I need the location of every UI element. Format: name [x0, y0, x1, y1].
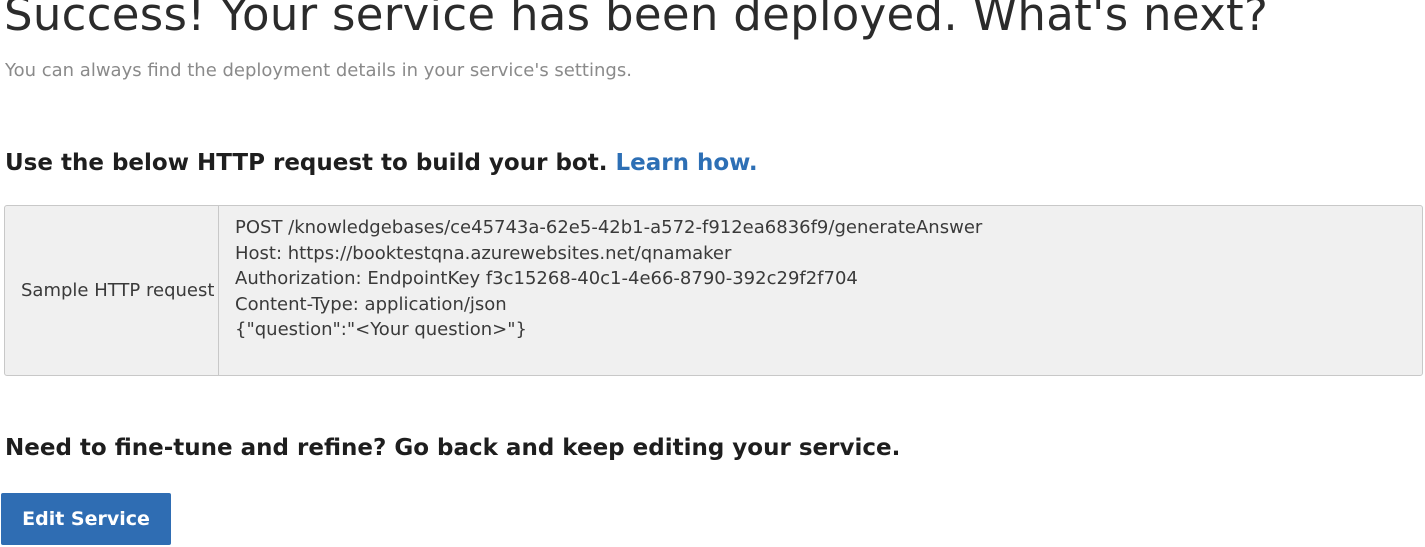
sample-request-label: Sample HTTP request	[5, 206, 219, 375]
request-line-authorization: Authorization: EndpointKey f3c15268-40c1…	[235, 268, 858, 289]
learn-how-link[interactable]: Learn how.	[615, 150, 757, 176]
sample-request-panel: Sample HTTP request POST /knowledgebases…	[4, 205, 1423, 376]
build-bot-heading: Use the below HTTP request to build your…	[5, 150, 758, 176]
deployment-success-page: Success! Your service has been deployed.…	[0, 0, 1425, 547]
build-bot-heading-text: Use the below HTTP request to build your…	[5, 150, 608, 176]
request-line-content-type: Content-Type: application/json	[235, 293, 507, 315]
refine-heading: Need to fine-tune and refine? Go back an…	[5, 435, 901, 461]
sample-request-body[interactable]: POST /knowledgebases/ce45743a-62e5-42b1-…	[219, 206, 1422, 375]
page-title: Success! Your service has been deployed.…	[4, 0, 1269, 41]
edit-service-button[interactable]: Edit Service	[1, 493, 171, 545]
request-line-method: POST /knowledgebases/ce45743a-62e5-42b1-…	[235, 217, 983, 238]
request-line-body: {"question":"<Your question>"}	[235, 319, 527, 340]
page-subtitle: You can always find the deployment detai…	[5, 60, 632, 81]
request-line-host: Host: https://booktestqna.azurewebsites.…	[235, 242, 732, 264]
